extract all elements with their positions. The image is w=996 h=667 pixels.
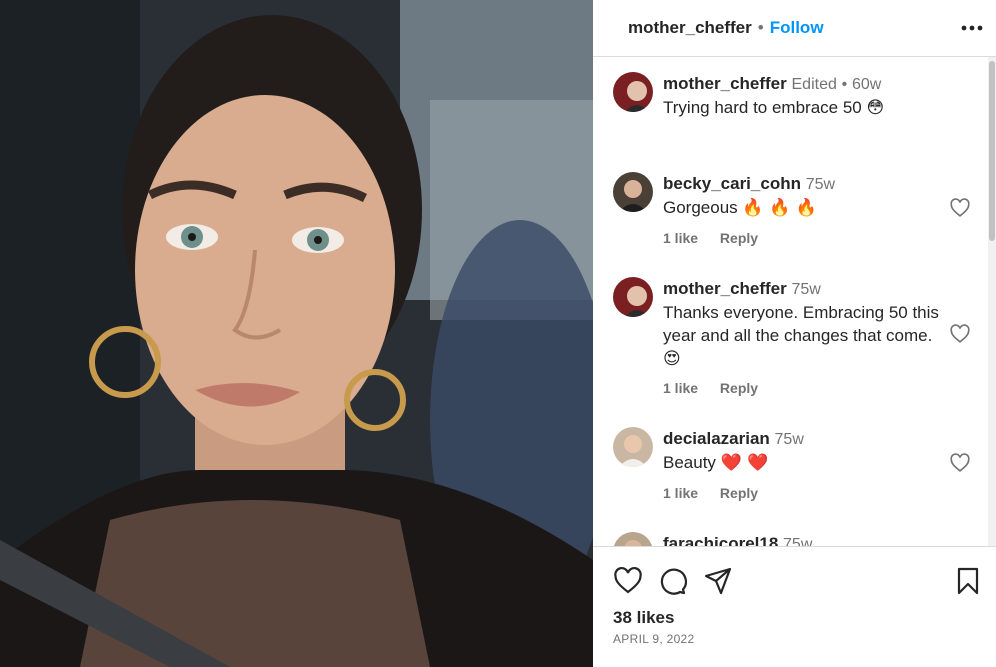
comment-age: 75w (783, 536, 813, 547)
post-details-panel: mother_cheffer • Follow mother_cheffer E… (593, 0, 996, 667)
comment-emoji: ❤️ ❤️ (720, 453, 769, 473)
comment-username[interactable]: decialazarian (663, 429, 770, 448)
bookmark-icon[interactable] (953, 566, 983, 596)
like-count[interactable]: 38 likes (613, 608, 674, 628)
post-date: APRIL 9, 2022 (613, 632, 695, 646)
heart-icon[interactable] (613, 566, 643, 596)
comment-text: Gorgeous (663, 198, 738, 217)
comment-item: decialazarian 75w Beauty ❤️ ❤️ 1 like Re… (613, 427, 973, 507)
comment-text-line-1: Thanks everyone. Embracing 50 this (663, 303, 939, 322)
caption-entry: mother_cheffer Edited • 60w Trying hard … (613, 72, 973, 132)
comments-list[interactable]: mother_cheffer Edited • 60w Trying hard … (593, 57, 996, 547)
comment-heart-icon[interactable] (949, 197, 971, 219)
more-horizontal-icon[interactable] (958, 14, 986, 42)
selfie-illustration (0, 0, 593, 667)
comment-likes[interactable]: 1 like (663, 485, 698, 501)
avatar[interactable] (613, 172, 653, 212)
caption-username[interactable]: mother_cheffer (663, 74, 787, 93)
post-photo (0, 0, 593, 667)
caption-emoji: 😳 (866, 98, 885, 118)
avatar[interactable] (613, 532, 653, 546)
comment-icon[interactable] (657, 566, 687, 596)
comment-age: 75w (805, 176, 836, 193)
author-username[interactable]: mother_cheffer (628, 18, 752, 38)
caption-text: Trying hard to embrace 50 (663, 98, 862, 117)
caption-edited: Edited (791, 76, 837, 93)
share-icon[interactable] (703, 566, 733, 596)
reply-button[interactable]: Reply (720, 380, 758, 396)
comment-age: 75w (791, 281, 821, 298)
post-header: mother_cheffer • Follow (593, 0, 996, 57)
comment-text: Beauty (663, 453, 716, 472)
reply-button[interactable]: Reply (720, 230, 758, 246)
comment-text-line-2: year and all the changes that come. (663, 326, 933, 345)
action-bar (613, 566, 983, 596)
reply-button[interactable]: Reply (720, 485, 758, 501)
comment-item: farachicorel18 75w (613, 532, 973, 547)
comment-username[interactable]: becky_cari_cohn (663, 174, 801, 193)
comment-likes[interactable]: 1 like (663, 230, 698, 246)
comment-emoji: 🔥 🔥 🔥 (742, 198, 817, 218)
scrollbar-thumb[interactable] (989, 61, 995, 241)
comment-username[interactable]: mother_cheffer (663, 279, 787, 298)
follow-button[interactable]: Follow (770, 18, 824, 38)
caption-dot: • (841, 76, 848, 93)
comment-heart-icon[interactable] (949, 452, 971, 474)
avatar[interactable] (613, 72, 653, 112)
comment-heart-icon[interactable] (949, 323, 971, 345)
avatar[interactable] (613, 277, 653, 317)
avatar[interactable] (613, 427, 653, 467)
comment-age: 75w (774, 431, 804, 448)
comment-emoji: 😍 (663, 349, 681, 369)
caption-age: 60w (851, 76, 882, 93)
comments-scrollbar[interactable] (988, 57, 996, 546)
header-dot: • (757, 18, 764, 37)
comment-item: becky_cari_cohn 75w Gorgeous 🔥 🔥 🔥 1 lik… (613, 172, 973, 252)
comment-likes[interactable]: 1 like (663, 380, 698, 396)
comment-item: mother_cheffer 75w Thanks everyone. Embr… (613, 277, 973, 397)
comment-username[interactable]: farachicorel18 (663, 534, 778, 546)
